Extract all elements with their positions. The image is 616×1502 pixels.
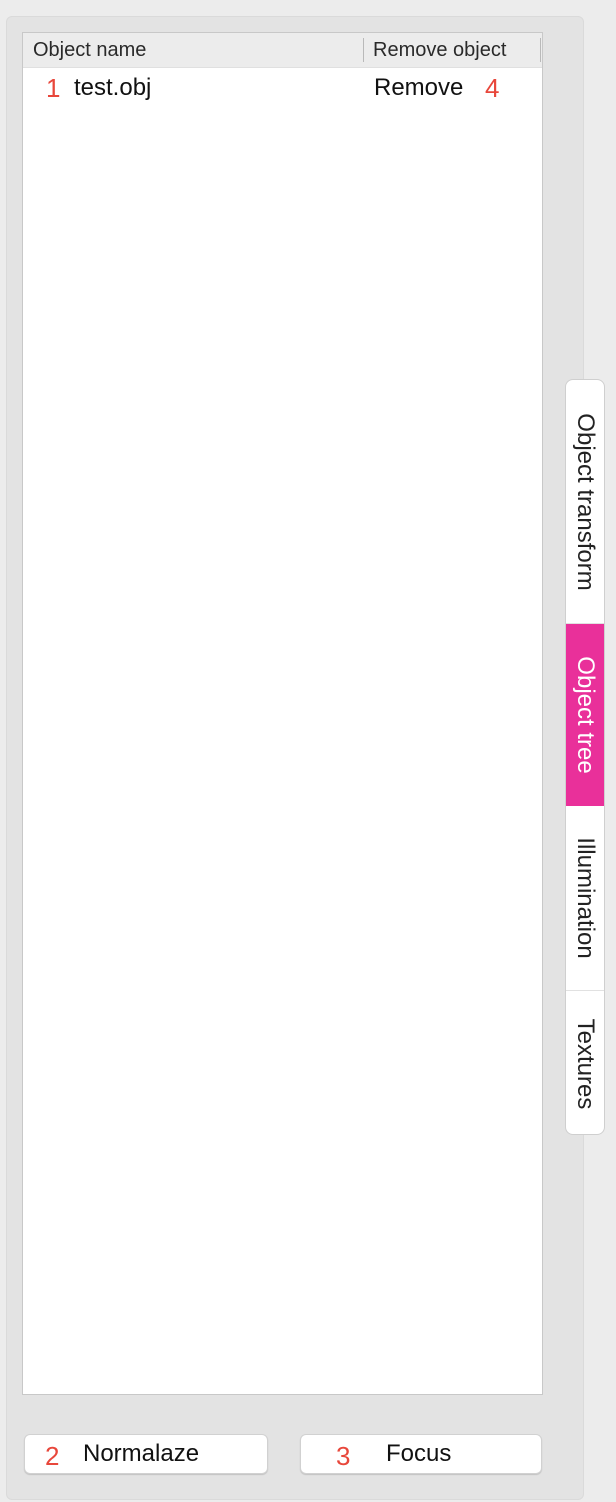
remove-object-button[interactable]: Remove [374,73,463,103]
object-table: Object name Remove object 1 test.obj Rem… [22,32,543,1395]
focus-button[interactable]: 3 Focus [300,1434,542,1474]
tab-illumination[interactable]: Illumination [566,806,604,991]
row-index-marker: 1 [46,73,61,103]
tab-label: Illumination [572,837,599,959]
tab-object-transform[interactable]: Object transform [566,380,604,624]
column-divider[interactable] [540,38,541,62]
object-name-cell: test.obj [74,74,152,101]
column-divider[interactable] [363,38,364,62]
normalize-button[interactable]: 2 Normalaze [24,1434,268,1474]
table-row[interactable]: 1 test.obj Remove 4 [23,69,542,107]
column-header-remove-object[interactable]: Remove object [373,39,506,61]
vertical-tab-bar: Object transform Object tree Illuminatio… [565,379,605,1135]
normalize-button-label: Normalaze [83,1440,200,1467]
table-header: Object name Remove object [23,33,542,68]
focus-button-label: Focus [386,1440,452,1467]
focus-index-marker: 3 [336,1441,351,1471]
column-header-object-name[interactable]: Object name [33,39,146,61]
normalize-index-marker: 2 [45,1441,60,1471]
remove-index-marker: 4 [485,73,500,103]
tab-label: Textures [572,1018,599,1109]
tab-object-tree[interactable]: Object tree [566,624,604,806]
tab-label: Object tree [572,656,599,774]
tab-textures[interactable]: Textures [566,991,604,1134]
tab-label: Object transform [572,412,599,591]
